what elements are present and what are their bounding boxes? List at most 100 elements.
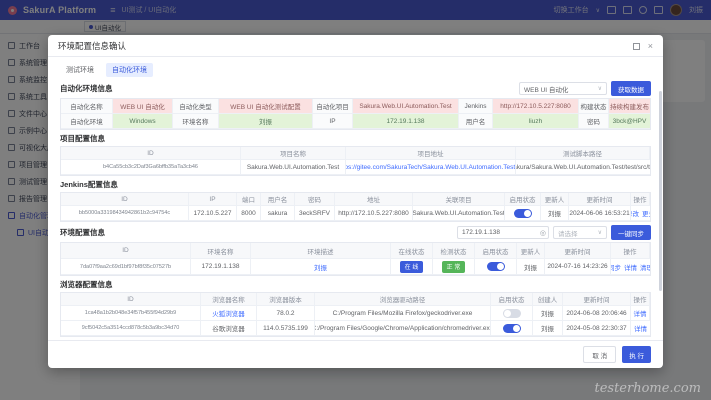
column-header: 项目地址: [346, 147, 516, 160]
project-path: /data/sakura/Sakura.Web.UI.Automation.Te…: [516, 160, 650, 175]
column-header: ID: [61, 193, 189, 206]
env-enabled-toggle[interactable]: [487, 262, 505, 271]
jenkins-ip: 172.10.5.227: [189, 206, 237, 221]
kv-label: IP: [313, 114, 353, 129]
kv-label: 自动化环境: [61, 114, 113, 129]
column-header: 环境名称: [191, 243, 251, 259]
chevron-down-icon: ∨: [598, 229, 602, 236]
column-header: 操作: [631, 293, 650, 306]
column-header: 地址: [335, 193, 413, 206]
jenkins-password: 3eckSRFV: [295, 206, 335, 221]
column-header: 关联项目: [413, 193, 505, 206]
project-id: b4Ca55cb3c2Daf3Ga6bffb35aTa3cb46: [61, 160, 241, 175]
column-header: 更新时间: [569, 193, 631, 206]
kv-label: 自动化名称: [61, 99, 113, 114]
clear-icon[interactable]: ◎: [540, 229, 546, 237]
column-header: ID: [61, 243, 191, 259]
jenkins-more-link[interactable]: 更多: [642, 208, 650, 218]
column-header: 创建人: [533, 293, 563, 306]
kv-value: Sakura.Web.UI.Automation.Test: [353, 99, 459, 114]
section-title-env: 环境配置信息: [60, 227, 105, 238]
one-key-sync-button[interactable]: 一键同步: [611, 225, 651, 240]
kv-label: 自动化项目: [313, 99, 353, 114]
browser-creator: 刘振: [533, 321, 563, 336]
jenkins-user: sakura: [261, 206, 295, 221]
browser-version: 78.0.2: [257, 306, 315, 321]
env-detail-link[interactable]: 详情: [624, 262, 637, 272]
browser-creator: 刘振: [533, 306, 563, 321]
project-name: Sakura.Web.UI.Automation.Test: [241, 160, 346, 175]
env-id: 7da07f9aa2c69d1bf97bf8f35c07527b: [61, 259, 191, 275]
kv-label: 用户名: [459, 114, 493, 129]
column-header: 操作: [631, 193, 650, 206]
confirm-button[interactable]: 执 行: [622, 346, 651, 363]
kv-value: 3bck@HPV: [609, 114, 650, 129]
browser-enabled-toggle[interactable]: [503, 324, 521, 333]
automation-type-select[interactable]: WEB UI 自动化 ∨: [519, 82, 607, 95]
section-title-automation-env: 自动化环境信息: [60, 83, 113, 94]
watermark: testerhome.com: [594, 381, 701, 396]
column-header: 检测状态: [433, 243, 475, 259]
cancel-button[interactable]: 取 消: [583, 346, 616, 363]
chevron-down-icon: ∨: [598, 85, 602, 92]
jenkins-port: 8000: [237, 206, 261, 221]
jenkins-url: http://172.10.5.227:8080: [335, 206, 413, 221]
project-config-table: ID 项目名称 项目地址 测试脚本路径 b4Ca55cb3c2Daf3Ga6bf…: [60, 146, 651, 176]
jenkins-updater: 刘振: [541, 206, 569, 221]
kv-label: 密码: [579, 114, 609, 129]
fetch-data-button[interactable]: 获取数据: [611, 81, 651, 96]
automation-env-table: 自动化名称 WEB UI 自动化 自动化类型 WEB UI 自动化测试配置 自动…: [60, 98, 651, 130]
tab-automation-env[interactable]: 自动化环境: [106, 63, 153, 77]
dialog-header: 环境配置信息确认 ×: [48, 35, 663, 57]
kv-value: 172.19.1.138: [353, 114, 459, 129]
browser-update-time: 2024-05-08 22:30:37: [563, 321, 631, 336]
column-header: 更新时间: [545, 243, 611, 259]
column-header: 更新人: [541, 193, 569, 206]
column-header: IP: [189, 193, 237, 206]
dialog-fullscreen-icon[interactable]: [633, 43, 640, 50]
jenkins-id: bb5000a33198434942861b2c94754c: [61, 206, 189, 221]
jenkins-project: Sakura.Web.UI.Automation.Test: [413, 206, 505, 221]
dialog-footer: 取 消 执 行: [48, 340, 663, 368]
column-header: 环境描述: [251, 243, 391, 259]
env-desc-link[interactable]: 刘振: [251, 259, 391, 275]
jenkins-edit-link[interactable]: 修改: [631, 208, 639, 218]
env-update-time: 2024-07-16 14:23:26: [545, 259, 611, 275]
env-sync-link[interactable]: 同步: [611, 262, 621, 272]
browser-enabled-toggle[interactable]: [503, 309, 521, 318]
kv-value: Windows: [113, 114, 173, 129]
dialog-title: 环境配置信息确认: [58, 40, 126, 52]
kv-value: 刘振: [219, 114, 313, 129]
browser-driver-path: C:/Program Files/Mozilla Firefox/geckodr…: [315, 306, 491, 321]
dialog-scrollbar[interactable]: [659, 91, 662, 291]
kv-label: 构建状态: [579, 99, 609, 114]
browser-version: 114.0.5735.199: [257, 321, 315, 336]
column-header: 端口: [237, 193, 261, 206]
column-header: 浏览器驱动路径: [315, 293, 491, 306]
column-header: 测试脚本路径: [516, 147, 650, 160]
browser-detail-link[interactable]: 详情: [634, 308, 647, 318]
tab-test-env[interactable]: 测试环境: [60, 63, 100, 77]
env-updater: 刘振: [517, 259, 545, 275]
column-header: ID: [61, 147, 241, 160]
dialog-close-icon[interactable]: ×: [648, 42, 653, 51]
browser-driver-path: C:/Program Files/Google/Chrome/Applicati…: [315, 321, 491, 336]
column-header: 操作: [611, 243, 650, 259]
jenkins-update-time: 2024-06-06 16:53:21: [569, 206, 631, 221]
browser-name-link[interactable]: 火狐浏览器: [201, 306, 257, 321]
browser-id: 9cf5042c5a3514ccd878c5b3a9bc34d70: [61, 321, 201, 336]
env-clean-link[interactable]: 清理: [640, 262, 650, 272]
column-header: 更新时间: [563, 293, 631, 306]
column-header: 更新人: [517, 243, 545, 259]
browser-id: 1ca48a1b2b048e34f57b455f94d29b9: [61, 306, 201, 321]
browser-detail-link[interactable]: 详情: [634, 323, 647, 333]
project-url-link[interactable]: https://gitee.com/SakuraTech/Sakura.Web.…: [346, 160, 516, 175]
column-header: 启用状态: [475, 243, 517, 259]
kv-value: 持续构建发布: [609, 99, 650, 114]
kv-value: WEB UI 自动化: [113, 99, 173, 114]
env-ip-input[interactable]: [457, 226, 549, 239]
section-title-browser: 浏览器配置信息: [60, 279, 113, 290]
browser-config-table: ID 浏览器名称 浏览器版本 浏览器驱动路径 启用状态 创建人 更新时间 操作 …: [60, 292, 651, 337]
env-select[interactable]: 请选择 ∨: [553, 226, 607, 239]
jenkins-enabled-toggle[interactable]: [514, 209, 532, 218]
